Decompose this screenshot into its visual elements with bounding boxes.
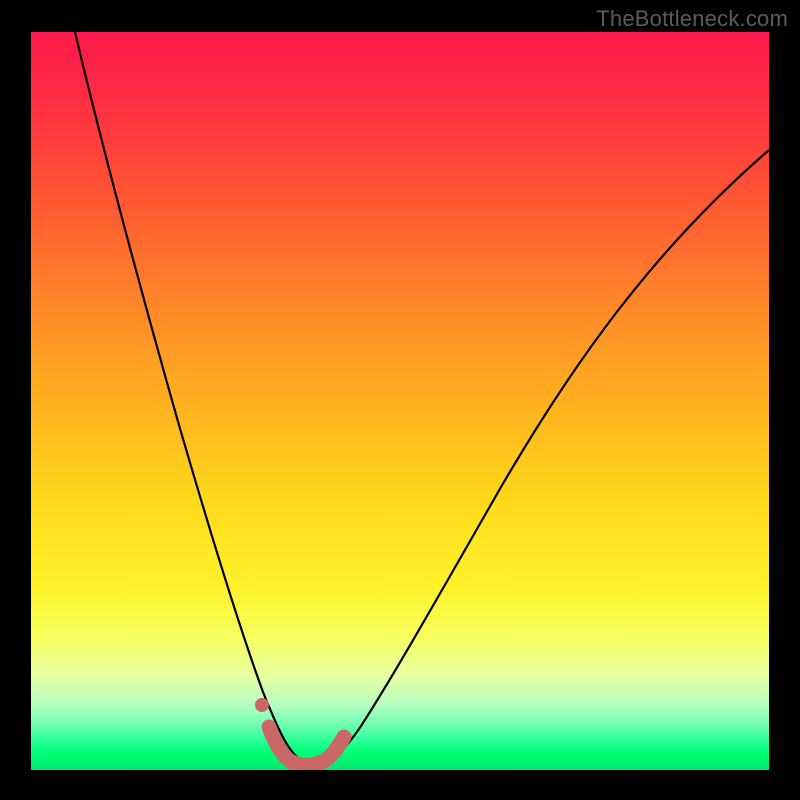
curve-layer	[31, 32, 769, 770]
chart-frame: TheBottleneck.com	[0, 0, 800, 800]
watermark-text: TheBottleneck.com	[596, 6, 788, 32]
highlighted-minimum-markers	[255, 698, 344, 765]
bottleneck-curve	[75, 32, 769, 764]
plot-area	[31, 32, 769, 770]
